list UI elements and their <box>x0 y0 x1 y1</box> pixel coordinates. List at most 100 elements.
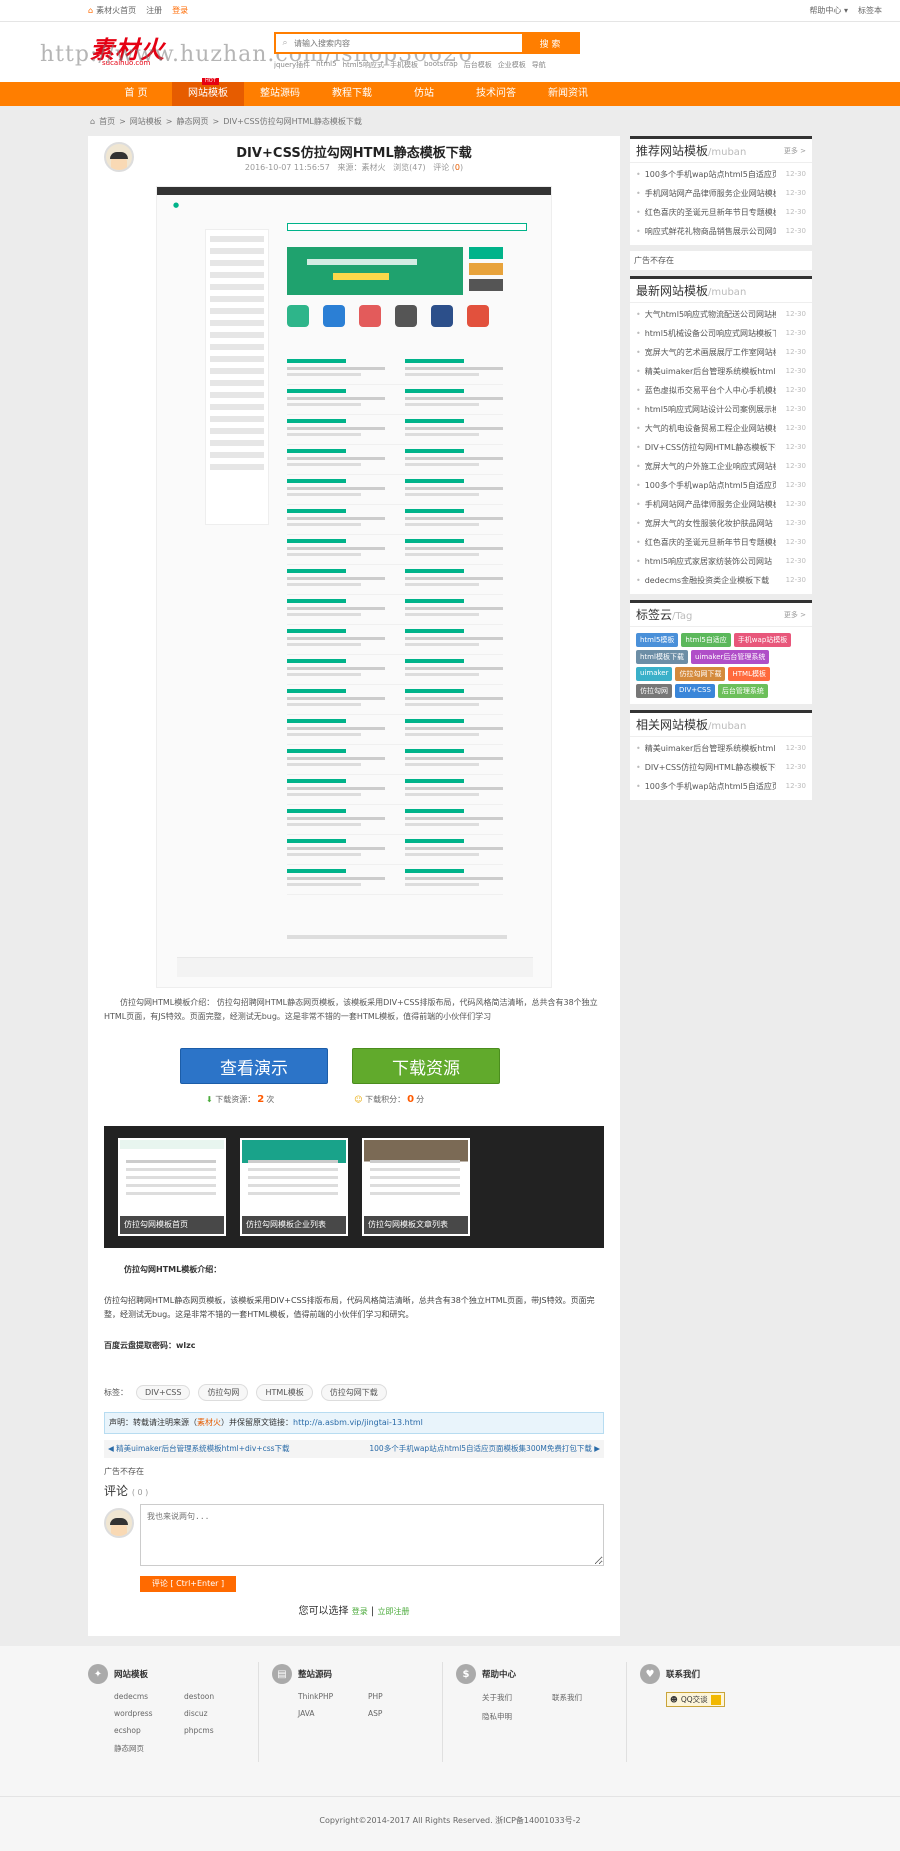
hotword-link[interactable]: 导航 <box>532 60 546 70</box>
nav-clone[interactable]: 仿站 <box>388 82 460 106</box>
recommend-item-title[interactable]: 100多个手机wap站点html5自适应页面模板 <box>636 165 776 184</box>
recommend-item[interactable]: 红色喜庆的圣诞元旦新年节日专题模板 12-30 <box>636 203 806 222</box>
recommend-item-title[interactable]: 红色喜庆的圣诞元旦新年节日专题模板 <box>636 203 776 222</box>
latest-item[interactable]: html5响应式网站设计公司案例展示模板 12-30 <box>636 400 806 419</box>
related-item-title[interactable]: 100多个手机wap站点html5自适应页面 <box>636 777 776 796</box>
gallery-thumb[interactable]: 仿拉勾网模板文章列表 <box>362 1138 470 1236</box>
tagcloud-tag[interactable]: HTML模板 <box>728 667 770 681</box>
tagcloud-tag[interactable]: DIV+CSS <box>675 684 715 698</box>
nav-qa[interactable]: 技术问答 <box>460 82 532 106</box>
latest-item[interactable]: 蓝色虚拟币交易平台个人中心手机模板 12-30 <box>636 381 806 400</box>
comment-register-link[interactable]: 立即注册 <box>377 1607 409 1616</box>
hotword-link[interactable]: 手机模板 <box>390 60 418 70</box>
latest-item[interactable]: html5机械设备公司响应式网站模板下载 12-30 <box>636 324 806 343</box>
latest-item-title[interactable]: 大气html5响应式物流配送公司网站模板 <box>636 305 776 324</box>
qq-chat-button[interactable]: ☻ QQ交谈 <box>666 1692 725 1707</box>
hotword-link[interactable]: jquery插件 <box>274 60 310 70</box>
latest-item[interactable]: 大气的机电设备贸易工程企业网站模板 12-30 <box>636 419 806 438</box>
next-article-link[interactable]: 100多个手机wap站点html5自适应页面模板集300M免费打包下载 ▶ <box>369 1440 600 1458</box>
latest-item[interactable]: 手机网站网产品律师服务企业网站模板 12-30 <box>636 495 806 514</box>
footer-link[interactable]: PHP <box>368 1692 438 1701</box>
nav-home[interactable]: 首 页 <box>100 82 172 106</box>
related-item[interactable]: DIV+CSS仿拉勾网HTML静态模板下载 12-30 <box>636 758 806 777</box>
tagcloud-tag[interactable]: uimaker <box>636 667 673 681</box>
latest-item-title[interactable]: dedecms金融投资类企业模板下载 <box>636 571 776 590</box>
more-link[interactable]: 更多 > <box>784 146 806 156</box>
breadcrumb-item[interactable]: 首页 <box>99 116 115 127</box>
recommend-item[interactable]: 手机网站网产品律师服务企业网站模板 12-30 <box>636 184 806 203</box>
search-input[interactable] <box>294 34 522 52</box>
latest-item-title[interactable]: 蓝色虚拟币交易平台个人中心手机模板 <box>636 381 776 400</box>
tag-link[interactable]: 仿拉勾网 <box>198 1384 249 1401</box>
tag-link[interactable]: DIV+CSS <box>136 1385 191 1400</box>
footer-link[interactable]: 关于我们 <box>482 1692 552 1703</box>
related-item-title[interactable]: 精美uimaker后台管理系统模板html+div <box>636 739 776 758</box>
tagcloud-tag[interactable]: 仿拉勾网 <box>636 684 672 698</box>
latest-item[interactable]: 宽屏大气的户外施工企业响应式网站模板 12-30 <box>636 457 806 476</box>
register-link[interactable]: 注册 <box>146 5 162 16</box>
gallery-thumb[interactable]: 仿拉勾网模板首页 <box>118 1138 226 1236</box>
hotword-link[interactable]: bootstrap <box>424 60 458 70</box>
home-link[interactable]: ⌂ 素材火首页 <box>88 5 136 16</box>
gallery-thumb[interactable]: 仿拉勾网模板企业列表 <box>240 1138 348 1236</box>
submit-comment-button[interactable]: 评论 [ Ctrl+Enter ] <box>140 1576 236 1592</box>
footer-link[interactable]: JAVA <box>298 1709 368 1718</box>
latest-item-title[interactable]: 大气的机电设备贸易工程企业网站模板 <box>636 419 776 438</box>
latest-item-title[interactable]: html5响应式网站设计公司案例展示模板 <box>636 400 776 419</box>
recommend-item-title[interactable]: 响应式鲜花礼物商品销售展示公司网站 <box>636 222 776 241</box>
footer-link[interactable]: destoon <box>184 1692 254 1701</box>
breadcrumb-item[interactable]: 网站模板 <box>130 116 162 127</box>
latest-item-title[interactable]: 宽屏大气的户外施工企业响应式网站模板 <box>636 457 776 476</box>
recommend-item[interactable]: 响应式鲜花礼物商品销售展示公司网站 12-30 <box>636 222 806 241</box>
latest-item[interactable]: DIV+CSS仿拉勾网HTML静态模板下载 12-30 <box>636 438 806 457</box>
hotword-link[interactable]: 后台模板 <box>464 60 492 70</box>
latest-item[interactable]: 大气html5响应式物流配送公司网站模板 12-30 <box>636 305 806 324</box>
nav-tutorial[interactable]: 教程下载 <box>316 82 388 106</box>
more-link[interactable]: 更多 > <box>784 610 806 620</box>
latest-item-title[interactable]: 手机网站网产品律师服务企业网站模板 <box>636 495 776 514</box>
recommend-item[interactable]: 100多个手机wap站点html5自适应页面模板 12-30 <box>636 165 806 184</box>
recommend-item-title[interactable]: 手机网站网产品律师服务企业网站模板 <box>636 184 776 203</box>
tagcloud-tag[interactable]: 手机wap站模板 <box>733 633 792 647</box>
view-demo-button[interactable]: 查看演示 <box>180 1048 328 1084</box>
download-button[interactable]: 下载资源 <box>352 1048 500 1084</box>
login-link[interactable]: 登录 <box>172 5 188 16</box>
related-item[interactable]: 精美uimaker后台管理系统模板html+div 12-30 <box>636 739 806 758</box>
nav-news[interactable]: 新闻资讯 <box>532 82 604 106</box>
tag-link[interactable]: 仿拉勾网下载 <box>320 1384 387 1401</box>
help-center-link[interactable]: 帮助中心 ▾ <box>809 5 848 16</box>
latest-item-title[interactable]: 100多个手机wap站点html5自适应页面 <box>636 476 776 495</box>
search-button[interactable]: 搜 索 <box>522 34 578 52</box>
tagcloud-tag[interactable]: html模板下载 <box>636 650 688 664</box>
nav-source[interactable]: 整站源码 <box>244 82 316 106</box>
prev-article-link[interactable]: ◀ 精美uimaker后台管理系统模板html+div+css下载 <box>108 1440 290 1458</box>
hotword-link[interactable]: html5响应式 <box>343 60 384 70</box>
latest-item-title[interactable]: DIV+CSS仿拉勾网HTML静态模板下载 <box>636 438 776 457</box>
latest-item-title[interactable]: html5机械设备公司响应式网站模板下载 <box>636 324 776 343</box>
tagcloud-tag[interactable]: 后台管理系统 <box>717 684 768 698</box>
hotword-link[interactable]: 企业模板 <box>498 60 526 70</box>
source-link[interactable]: http://a.asbm.vip/jingtai-13.html <box>293 1418 423 1427</box>
tagcloud-tag[interactable]: 仿拉勾网下载 <box>675 667 726 681</box>
footer-link[interactable]: wordpress <box>114 1709 184 1718</box>
related-item[interactable]: 100多个手机wap站点html5自适应页面 12-30 <box>636 777 806 796</box>
latest-item-title[interactable]: 精美uimaker后台管理系统模板html+div <box>636 362 776 381</box>
comment-login-link[interactable]: 登录 <box>352 1607 368 1616</box>
tagcloud-tag[interactable]: html5模板 <box>636 633 679 647</box>
footer-link[interactable]: 隐私申明 <box>482 1711 552 1722</box>
footer-link[interactable]: discuz <box>184 1709 254 1718</box>
tagcloud-tag[interactable]: uimaker后台管理系统 <box>690 650 770 664</box>
hotword-link[interactable]: html5 <box>316 60 336 70</box>
latest-item-title[interactable]: 宽屏大气的艺术画展展厅工作室网站模板 <box>636 343 776 362</box>
footer-link[interactable]: ecshop <box>114 1726 184 1735</box>
footer-link[interactable]: ThinkPHP <box>298 1692 368 1701</box>
latest-item[interactable]: 红色喜庆的圣诞元旦新年节日专题模板 12-30 <box>636 533 806 552</box>
footer-link[interactable]: 静态网页 <box>114 1743 184 1754</box>
tag-link[interactable]: HTML模板 <box>256 1384 313 1401</box>
breadcrumb-item[interactable]: 静态网页 <box>176 116 208 127</box>
footer-link[interactable]: ASP <box>368 1709 438 1718</box>
latest-item[interactable]: dedecms金融投资类企业模板下载 12-30 <box>636 571 806 590</box>
latest-item[interactable]: html5响应式家居家纺装饰公司网站 12-30 <box>636 552 806 571</box>
latest-item[interactable]: 精美uimaker后台管理系统模板html+div 12-30 <box>636 362 806 381</box>
latest-item[interactable]: 宽屏大气的艺术画展展厅工作室网站模板 12-30 <box>636 343 806 362</box>
